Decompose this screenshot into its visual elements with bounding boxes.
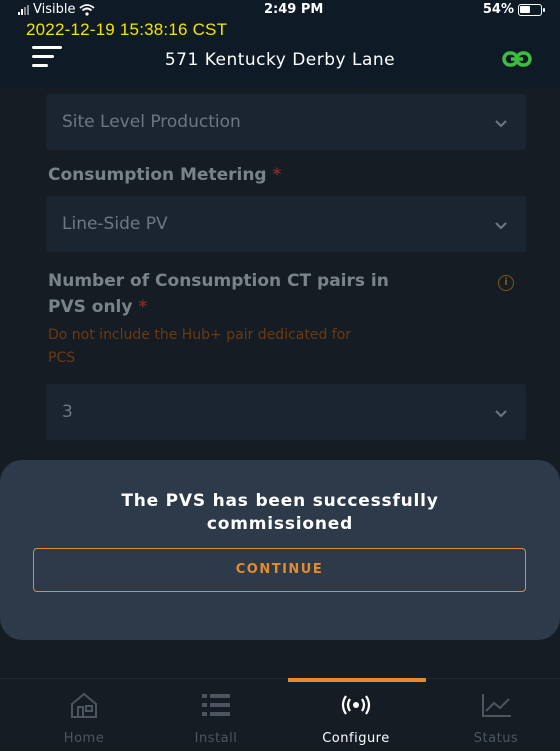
chevron-down-icon <box>495 222 507 230</box>
ct-pairs-select[interactable]: 3 <box>46 384 526 440</box>
ct-pairs-hint: Do not include the Hub+ pair dedicated f… <box>48 324 448 370</box>
chevron-down-icon <box>495 120 507 128</box>
chart-icon <box>482 694 511 717</box>
list-icon <box>202 694 230 716</box>
tab-home[interactable]: Home <box>14 679 154 751</box>
required-marker: * <box>272 165 282 185</box>
continue-button[interactable]: CONTINUE <box>33 548 526 592</box>
production-select-value: Site Level Production <box>62 112 241 132</box>
production-select[interactable]: Site Level Production <box>46 94 526 150</box>
tab-status-label: Status <box>473 731 519 746</box>
ct-pairs-hint-line1: Do not include the Hub+ pair dedicated f… <box>48 327 352 343</box>
info-icon[interactable]: i <box>498 275 514 291</box>
consumption-metering-select[interactable]: Line-Side PV <box>46 196 526 252</box>
ct-pairs-label-line1: Number of Consumption CT pairs in <box>48 271 389 291</box>
dialog-message-line1: The PVS has been successfully <box>121 491 439 511</box>
app-header: 571 Kentucky Derby Lane <box>0 36 560 88</box>
tab-status[interactable]: Status <box>426 679 560 751</box>
tab-configure[interactable]: Configure <box>286 679 426 751</box>
ct-pairs-label: Number of Consumption CT pairs in PVS on… <box>48 268 389 320</box>
ct-pairs-label-line2: PVS only <box>48 297 133 317</box>
active-tab-indicator <box>288 678 426 682</box>
required-marker: * <box>138 297 148 317</box>
status-bar: Visible 2:49 PM 54% 2022-12-19 15:38:16 … <box>0 0 560 39</box>
link-icon[interactable] <box>502 48 532 70</box>
tab-home-label: Home <box>63 731 105 746</box>
tab-install[interactable]: Install <box>146 679 286 751</box>
consumption-metering-label-text: Consumption Metering <box>48 165 267 185</box>
tab-install-label: Install <box>194 731 238 746</box>
dialog-message: The PVS has been successfully commission… <box>40 490 520 536</box>
battery-percent: 54% <box>482 2 514 17</box>
consumption-metering-label: Consumption Metering * <box>48 162 281 188</box>
ct-pairs-value: 3 <box>62 402 73 422</box>
battery-icon <box>518 3 545 16</box>
consumption-metering-value: Line-Side PV <box>62 214 168 234</box>
carrier-name: Visible <box>33 2 76 17</box>
tab-configure-label: Configure <box>322 731 390 746</box>
ct-pairs-hint-line2: PCS <box>48 350 76 366</box>
battery-status: 54% <box>482 2 545 17</box>
page-title: 571 Kentucky Derby Lane <box>164 50 396 70</box>
carrier-info: Visible <box>18 2 96 17</box>
chevron-down-icon <box>495 410 507 418</box>
wifi-icon <box>79 3 96 16</box>
broadcast-icon <box>341 695 371 715</box>
bottom-tab-bar: Home Install Configure Status <box>0 678 560 751</box>
clock: 2:49 PM <box>264 2 324 17</box>
dialog-message-line2: commissioned <box>206 514 354 534</box>
signal-icon <box>18 4 29 15</box>
home-icon <box>71 692 97 718</box>
success-dialog: The PVS has been successfully commission… <box>0 460 560 640</box>
